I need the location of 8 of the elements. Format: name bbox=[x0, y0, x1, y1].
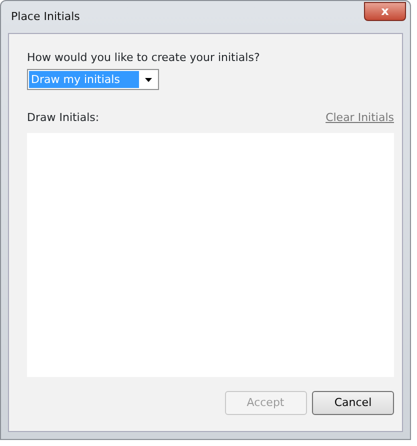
method-dropdown[interactable]: Draw my initials bbox=[27, 69, 159, 90]
close-button[interactable]: x bbox=[364, 2, 406, 20]
clear-initials-link[interactable]: Clear Initials bbox=[326, 110, 394, 127]
caret-icon bbox=[144, 78, 152, 82]
cancel-button[interactable]: Cancel bbox=[312, 391, 394, 415]
prompt-text: How would you like to create your initials? bbox=[27, 50, 261, 66]
draw-label: Draw Initials: bbox=[27, 110, 100, 126]
window-title: Place Initials bbox=[11, 8, 80, 25]
